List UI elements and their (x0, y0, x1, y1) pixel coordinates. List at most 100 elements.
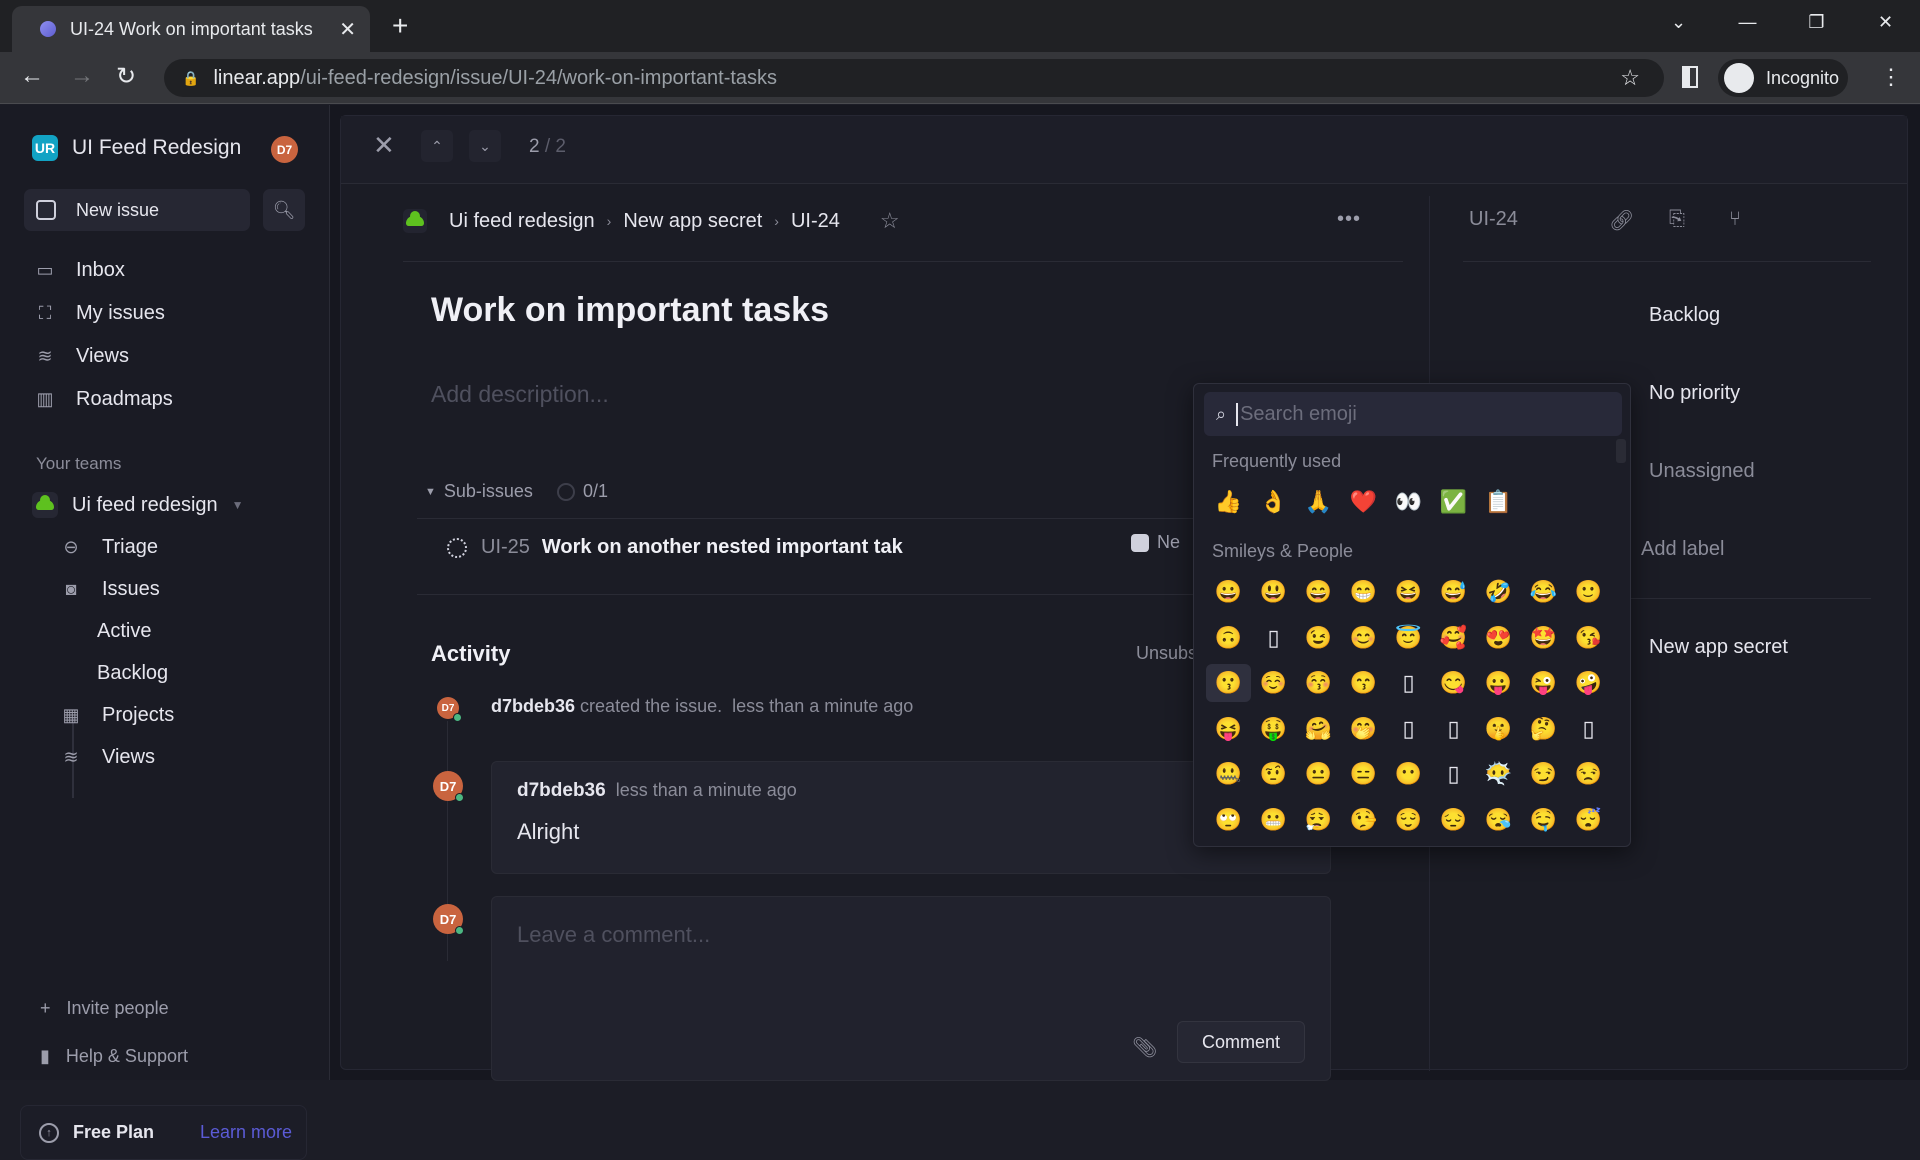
incognito-profile[interactable]: Incognito (1718, 59, 1848, 97)
emoji-button[interactable]: 🤐 (1206, 755, 1251, 793)
emoji-button[interactable]: 😪 (1476, 801, 1521, 839)
emoji-button[interactable]: 📋 (1476, 483, 1521, 521)
sidebar-item-active[interactable]: Active (97, 620, 151, 643)
close-issue-icon[interactable]: ✕ (373, 130, 395, 161)
copy-id-icon[interactable]: ⎘ (1669, 208, 1685, 231)
emoji-button[interactable]: 😮‍💨 (1296, 801, 1341, 839)
emoji-button[interactable]: 😍 (1476, 619, 1521, 657)
emoji-button[interactable]: 😙 (1341, 664, 1386, 702)
emoji-button[interactable]: 😌 (1386, 801, 1431, 839)
emoji-button[interactable]: 🤨 (1251, 755, 1296, 793)
new-issue-button[interactable]: New issue (24, 189, 250, 231)
emoji-button[interactable]: 😉 (1296, 619, 1341, 657)
emoji-button[interactable]: 😗 (1206, 664, 1251, 702)
bookmark-star-icon[interactable]: ☆ (1620, 65, 1640, 91)
more-options-icon[interactable]: ••• (1337, 208, 1361, 231)
breadcrumb-project[interactable]: New app secret (623, 210, 762, 233)
emoji-button[interactable]: 😶‍🌫️ (1476, 755, 1521, 793)
help-support-button[interactable]: ▮ Help & Support (40, 1046, 188, 1067)
comment-user[interactable]: d7bdeb36 (517, 780, 606, 801)
back-icon[interactable]: ← (20, 62, 44, 90)
emoji-button[interactable]: 🤗 (1296, 710, 1341, 748)
next-issue-button[interactable]: ⌄ (469, 130, 501, 162)
emoji-scrollbar[interactable] (1616, 439, 1626, 463)
restore-button[interactable]: ❐ (1782, 12, 1851, 33)
emoji-button[interactable]: 👀 (1386, 483, 1431, 521)
emoji-button[interactable]: ▯ (1386, 664, 1431, 702)
emoji-button[interactable]: 😒 (1566, 755, 1611, 793)
emoji-button[interactable]: 🙄 (1206, 801, 1251, 839)
emoji-button[interactable]: 🤤 (1521, 801, 1566, 839)
sidebar-item-views[interactable]: ≋ Views (34, 345, 129, 368)
copy-link-icon[interactable]: 🔗︎ (1609, 208, 1634, 233)
sidebar-item-projects[interactable]: ▦ Projects (60, 704, 174, 727)
emoji-button[interactable]: ▯ (1566, 710, 1611, 748)
branch-icon[interactable]: ⑂ (1729, 208, 1741, 231)
emoji-button[interactable]: 🥰 (1431, 619, 1476, 657)
emoji-button[interactable]: 😄 (1296, 573, 1341, 611)
breadcrumb-team[interactable]: Ui feed redesign (449, 210, 595, 233)
browser-menu-icon[interactable]: ⋮ (1880, 64, 1902, 90)
emoji-button[interactable]: 😝 (1206, 710, 1251, 748)
unsubscribe-button[interactable]: Unsubs (1136, 643, 1197, 664)
forward-icon[interactable]: → (70, 62, 94, 90)
sidebar-item-my-issues[interactable]: ⛶ My issues (34, 302, 165, 325)
emoji-button[interactable]: 🤩 (1521, 619, 1566, 657)
tab-search-icon[interactable]: ⌄ (1644, 12, 1713, 33)
close-tab-icon[interactable]: ✕ (339, 17, 356, 42)
emoji-button[interactable]: 🤣 (1476, 573, 1521, 611)
attachment-icon[interactable]: 📎︎ (1132, 1035, 1157, 1060)
emoji-button[interactable]: 😘 (1566, 619, 1611, 657)
add-label-button[interactable]: Add label (1641, 538, 1724, 561)
emoji-button[interactable]: 😑 (1341, 755, 1386, 793)
emoji-button[interactable]: 🤭 (1341, 710, 1386, 748)
project-value[interactable]: New app secret (1649, 636, 1788, 659)
emoji-button[interactable]: 😬 (1251, 801, 1296, 839)
sub-issues-header[interactable]: ▼ Sub-issues 0/1 (425, 481, 608, 502)
emoji-button[interactable]: 😂 (1521, 573, 1566, 611)
emoji-button[interactable]: 😜 (1521, 664, 1566, 702)
search-button[interactable]: 🔍︎ (263, 189, 305, 231)
emoji-button[interactable]: 😁 (1341, 573, 1386, 611)
sub-issue-row[interactable]: UI-25 Work on another nested important t… (447, 536, 903, 559)
reload-icon[interactable]: ↻ (116, 62, 136, 91)
sub-issue-project-chip[interactable]: Ne (1131, 532, 1180, 553)
emoji-button[interactable]: ▯ (1251, 619, 1296, 657)
emoji-button[interactable]: 😛 (1476, 664, 1521, 702)
comment-input[interactable]: Leave a comment... (517, 922, 710, 948)
emoji-button[interactable]: 😅 (1431, 573, 1476, 611)
emoji-button[interactable]: 😃 (1251, 573, 1296, 611)
learn-more-link[interactable]: Learn more (200, 1122, 292, 1143)
emoji-button[interactable]: 👍 (1206, 483, 1251, 521)
team-ui-feed-redesign[interactable]: Ui feed redesign ▼ (32, 492, 244, 518)
comment-button[interactable]: Comment (1177, 1021, 1305, 1063)
emoji-button[interactable]: 😏 (1521, 755, 1566, 793)
side-panel-icon[interactable] (1682, 66, 1698, 88)
sidebar-item-team-views[interactable]: ≋ Views (60, 746, 155, 769)
favorite-star-icon[interactable]: ☆ (880, 208, 900, 234)
emoji-button[interactable]: ☺️ (1251, 664, 1296, 702)
sidebar-item-backlog[interactable]: Backlog (97, 662, 168, 685)
emoji-button[interactable]: 🤑 (1251, 710, 1296, 748)
breadcrumb-issue-id[interactable]: UI-24 (791, 210, 840, 233)
emoji-button[interactable]: 😆 (1386, 573, 1431, 611)
sidebar-item-issues[interactable]: ◙ Issues (60, 578, 160, 601)
emoji-button[interactable]: 😊 (1341, 619, 1386, 657)
emoji-button[interactable]: ❤️ (1341, 483, 1386, 521)
event-user[interactable]: d7bdeb36 (491, 696, 575, 716)
emoji-button[interactable]: 🙏 (1296, 483, 1341, 521)
emoji-button[interactable]: 🤫 (1476, 710, 1521, 748)
emoji-button[interactable]: 😋 (1431, 664, 1476, 702)
previous-issue-button[interactable]: ⌃ (421, 130, 453, 162)
user-avatar[interactable]: D7 (271, 136, 298, 163)
comment-composer[interactable]: Leave a comment... 📎︎ Comment (491, 896, 1331, 1081)
emoji-button[interactable]: 😶 (1386, 755, 1431, 793)
emoji-button[interactable]: ▯ (1386, 710, 1431, 748)
invite-people-button[interactable]: + Invite people (40, 998, 169, 1019)
description-input[interactable]: Add description... (431, 381, 609, 408)
status-value[interactable]: Backlog (1649, 304, 1720, 327)
sidebar-item-inbox[interactable]: ▭ Inbox (34, 259, 124, 282)
emoji-button[interactable]: 😐 (1296, 755, 1341, 793)
address-bar[interactable]: 🔒 linear.app /ui-feed-redesign/issue/UI-… (164, 59, 1664, 97)
issue-title[interactable]: Work on important tasks (431, 291, 829, 330)
